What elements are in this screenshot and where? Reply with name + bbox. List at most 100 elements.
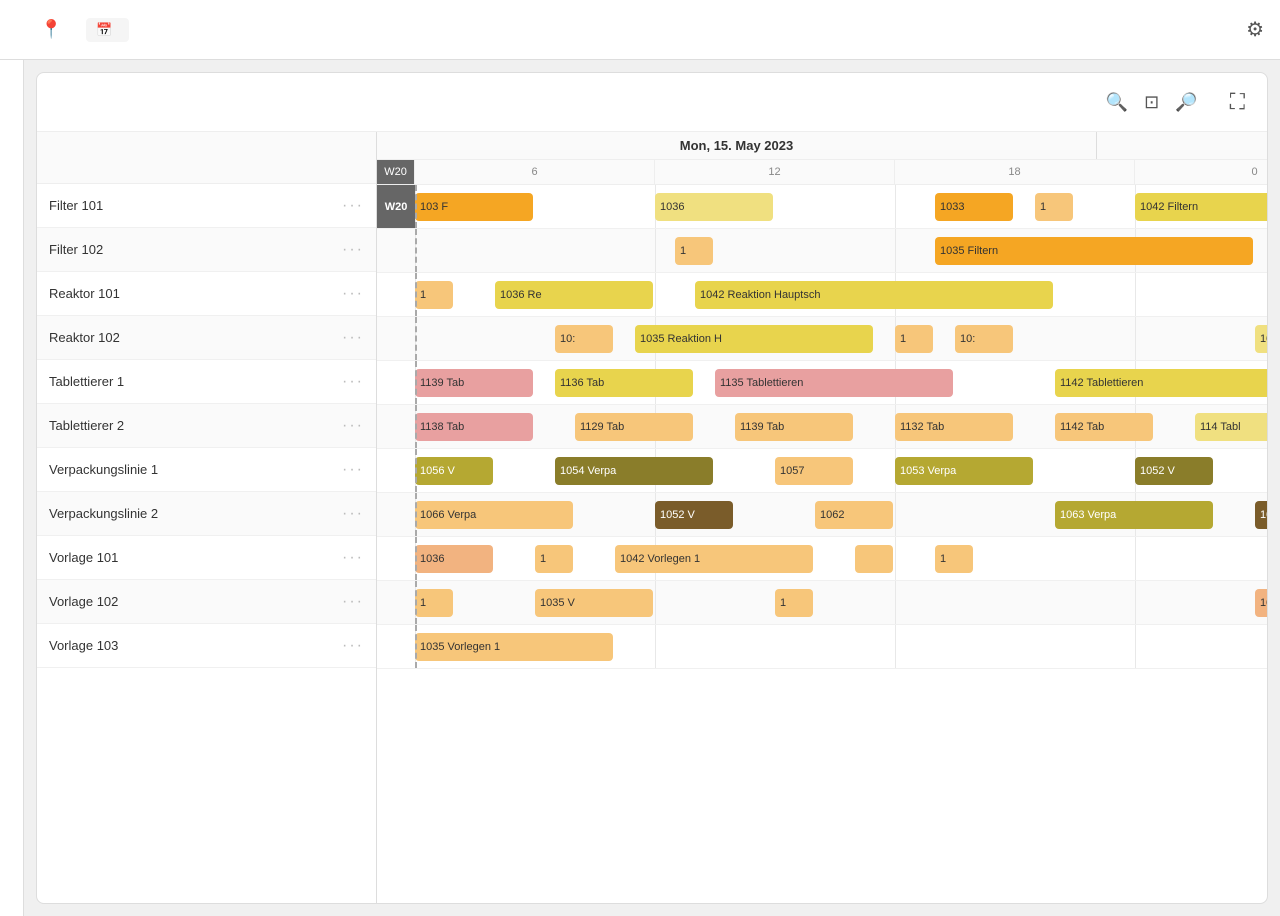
task-r0-4[interactable]: 1042 Filtern [1135,193,1267,221]
row-menu-6[interactable]: ··· [342,461,364,479]
task-r4-3[interactable]: 1142 Tablettieren [1055,369,1267,397]
main-layout: 🔍 ⊡ 🔎 ⛶ Filter 101 ··· Filter 102 ··· [0,60,1280,916]
panel-header: 🔍 ⊡ 🔎 ⛶ [37,73,1267,132]
task-r7-1[interactable]: 1052 V [655,501,733,529]
task-r6-0[interactable]: 1056 V [415,457,493,485]
gantt-row-left-0: Filter 101 ··· [37,184,376,228]
gantt-day-0: Mon, 15. May 2023 [377,132,1097,159]
gantt-row-left-10: Vorlage 103 ··· [37,624,376,668]
topbar: 📍 📅 ⚙ [0,0,1280,60]
task-r10-0[interactable]: 1035 Vorlegen 1 [415,633,613,661]
task-r0-3[interactable]: 1 [1035,193,1073,221]
task-r3-0[interactable]: 10: [555,325,613,353]
topbar-right: ⚙ [1246,17,1264,42]
task-r8-0[interactable]: 1036 [415,545,493,573]
task-r8-2[interactable]: 1042 Vorlegen 1 [615,545,813,573]
task-r6-4[interactable]: 1052 V [1135,457,1213,485]
row-menu-8[interactable]: ··· [342,549,364,567]
gantt-hours: W2061218061218061218 [377,160,1267,184]
gantt-rows-left: Filter 101 ··· Filter 102 ··· Reaktor 10… [37,184,376,668]
task-r9-2[interactable]: 1 [775,589,813,617]
gantt-row-right-9: 11035 V110321029104110341033 [377,581,1267,625]
task-r5-2[interactable]: 1139 Tab [735,413,853,441]
date-range[interactable]: 📅 [86,18,128,42]
task-r0-0[interactable]: 103 F [415,193,533,221]
task-r2-2[interactable]: 1042 Reaktion Hauptsch [695,281,1053,309]
task-r4-0[interactable]: 1139 Tab [415,369,533,397]
gantt-row-left-7: Verpackungslinie 2 ··· [37,492,376,536]
task-r7-0[interactable]: 1066 Verpa [415,501,573,529]
gantt-row-right-6: 1056 V1054 Verpa10571053 Verpa1052 V1058… [377,449,1267,493]
task-r3-1[interactable]: 1035 Reaktion H [635,325,873,353]
row-name-7: Verpackungslinie 2 [49,506,158,521]
gantt-day-1: Tue, 16. May 2023 [1097,132,1267,159]
next-button[interactable] [1210,100,1218,104]
row-name-10: Vorlage 103 [49,638,118,653]
task-r9-3[interactable]: 1032 [1255,589,1267,617]
gantt-hour-0: 6 [415,160,655,184]
task-r5-0[interactable]: 1138 Tab [415,413,533,441]
content-panel: 🔍 ⊡ 🔎 ⛶ Filter 101 ··· Filter 102 ··· [36,72,1268,904]
task-r4-1[interactable]: 1136 Tab [555,369,693,397]
gantt-row-right-1: 11035 Filtern1032 Filtern103910361035 Fi… [377,229,1267,273]
row-menu-3[interactable]: ··· [342,329,364,347]
row-menu-4[interactable]: ··· [342,373,364,391]
expand-button[interactable]: ⛶ [1226,87,1249,117]
gantt-header: Mon, 15. May 2023Tue, 16. May 2023Wed, 1… [377,132,1267,185]
gantt-row-right-3: 10:1035 Reaktion H110:10321041 Re:103110… [377,317,1267,361]
pin-icon: 📍 [40,19,62,40]
row-menu-2[interactable]: ··· [342,285,364,303]
prev-button[interactable] [1086,100,1094,104]
row-name-9: Vorlage 102 [49,594,118,609]
panel-controls: 🔍 ⊡ 🔎 ⛶ [1086,87,1249,117]
row-menu-10[interactable]: ··· [342,637,364,655]
row-menu-1[interactable]: ··· [342,241,364,259]
row-menu-0[interactable]: ··· [342,197,364,215]
topbar-left: 📍 📅 [16,18,129,42]
row-menu-9[interactable]: ··· [342,593,364,611]
task-r7-3[interactable]: 1063 Verpa [1055,501,1213,529]
gantt-row-right-0: W20103 F1036103311042 Filtern1029 Filter… [377,185,1267,229]
row-menu-5[interactable]: ··· [342,417,364,435]
gantt-row-right-10: 1035 Vorlegen 1103110351042 [377,625,1267,669]
task-r3-4[interactable]: 1032 [1255,325,1267,353]
task-r1-0[interactable]: 1 [675,237,713,265]
task-r3-2[interactable]: 1 [895,325,933,353]
task-r0-2[interactable]: 1033 [935,193,1013,221]
task-r2-0[interactable]: 1 [415,281,453,309]
gantt-left-header [37,132,376,184]
gantt-row-right-2: 11036 Re1042 Reaktion Hauptsch10291039 R… [377,273,1267,317]
task-r5-4[interactable]: 1142 Tab [1055,413,1153,441]
fit-button[interactable]: ⊡ [1140,90,1163,115]
sidebar-toggle[interactable] [0,60,24,916]
task-r8-4[interactable]: 1 [935,545,973,573]
w20-marker: W20 [377,185,415,228]
task-r2-1[interactable]: 1036 Re [495,281,653,309]
row-menu-7[interactable]: ··· [342,505,364,523]
task-r6-1[interactable]: 1054 Verpa [555,457,713,485]
zoom-out-button[interactable]: 🔎 [1171,90,1201,115]
task-r4-2[interactable]: 1135 Tablettieren [715,369,953,397]
gantt-left: Filter 101 ··· Filter 102 ··· Reaktor 10… [37,132,377,903]
task-r0-1[interactable]: 1036 [655,193,773,221]
task-r6-3[interactable]: 1053 Verpa [895,457,1033,485]
task-r8-3[interactable] [855,545,893,573]
settings-icon[interactable]: ⚙ [1246,19,1264,41]
task-r5-5[interactable]: 114 Tabl [1195,413,1267,441]
task-r7-2[interactable]: 1062 [815,501,893,529]
gantt-row-left-8: Vorlage 101 ··· [37,536,376,580]
task-r5-3[interactable]: 1132 Tab [895,413,1013,441]
task-r9-1[interactable]: 1035 V [535,589,653,617]
task-r7-4[interactable]: 1047 Ve [1255,501,1267,529]
task-r8-1[interactable]: 1 [535,545,573,573]
task-r3-3[interactable]: 10: [955,325,1013,353]
gantt-row-left-9: Vorlage 102 ··· [37,580,376,624]
task-r9-0[interactable]: 1 [415,589,453,617]
task-r5-1[interactable]: 1129 Tab [575,413,693,441]
row-name-6: Verpackungslinie 1 [49,462,158,477]
gantt-row-right-4: 1139 Tab 1136 Tab 1135 Tablettieren 1142 Ta… [377,361,1267,405]
task-r6-2[interactable]: 1057 [775,457,853,485]
task-r1-1[interactable]: 1035 Filtern [935,237,1253,265]
zoom-in-button[interactable]: 🔍 [1102,90,1132,115]
gantt-row-right-8: 103611042 Vorlegen 11111039103811111037 [377,537,1267,581]
